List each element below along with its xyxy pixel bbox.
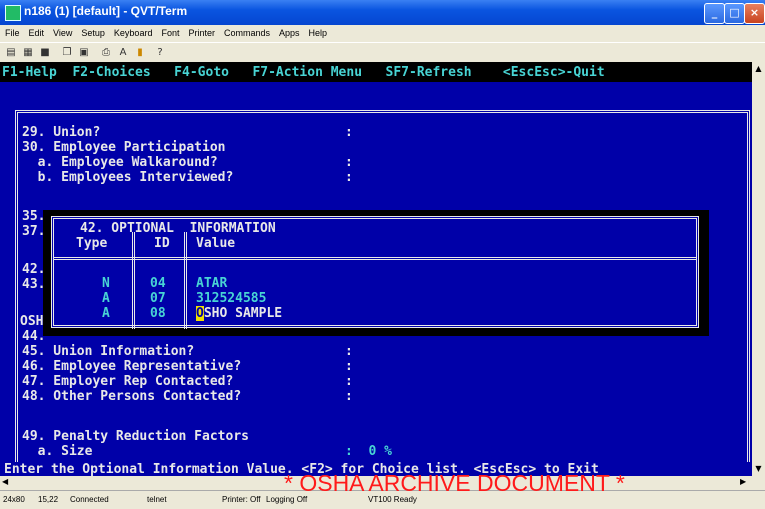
scroll-down-icon[interactable]: ▼ bbox=[753, 464, 764, 475]
line-37: 37. bbox=[22, 224, 46, 239]
line-49a-value[interactable]: : 0 % bbox=[345, 444, 392, 459]
menu-bar: File Edit View Setup Keyboard Font Printer Comm… bbox=[0, 25, 765, 42]
help-icon[interactable]: ? bbox=[153, 46, 167, 59]
close-button[interactable]: × bbox=[744, 3, 765, 24]
row-1-type[interactable]: N bbox=[102, 276, 110, 291]
function-key-text: F1-Help F2-Choices F4-Goto F7-Action Men… bbox=[2, 65, 605, 80]
menu-file[interactable]: File bbox=[0, 25, 24, 38]
scroll-right-icon[interactable]: ▶ bbox=[740, 477, 746, 486]
open-icon[interactable]: ▦ bbox=[21, 46, 35, 59]
row-1-value[interactable]: ATAR bbox=[196, 276, 227, 291]
title-bar[interactable]: n186 (1) [default] - QVT/Term _ □ × bbox=[0, 0, 765, 25]
scroll-left-icon[interactable]: ◀ bbox=[2, 477, 8, 486]
line-45-colon: : bbox=[345, 344, 353, 359]
column-divider-1 bbox=[132, 232, 138, 329]
menu-setup[interactable]: Setup bbox=[76, 25, 109, 38]
line-45: 45. Union Information? bbox=[22, 344, 195, 359]
row-3-value: SHO SAMPLE bbox=[203, 306, 283, 321]
optional-information-panel: 42. OPTIONAL INFORMATION Type ID Value N… bbox=[51, 216, 699, 329]
line-47: 47. Employer Rep Contacted? bbox=[22, 374, 234, 389]
line-35: 35. bbox=[22, 209, 46, 224]
line-47-colon: : bbox=[345, 374, 353, 389]
column-divider-2 bbox=[184, 232, 190, 329]
optional-information-popup: 42. OPTIONAL INFORMATION Type ID Value N… bbox=[43, 210, 709, 336]
text-cursor: O bbox=[196, 306, 204, 321]
column-type-header: Type bbox=[76, 236, 108, 251]
terminal-screen[interactable]: F1-Help F2-Choices F4-Goto F7-Action Men… bbox=[0, 62, 752, 464]
line-42: 42. bbox=[22, 262, 46, 277]
header-divider bbox=[54, 257, 696, 263]
row-3-id[interactable]: 08 bbox=[150, 306, 166, 321]
menu-help[interactable]: Help bbox=[304, 25, 332, 38]
line-30: 30. Employee Participation bbox=[22, 140, 226, 155]
row-3-value-field[interactable]: OSHO SAMPLE bbox=[196, 306, 282, 321]
archive-watermark: * OSHA ARCHIVE DOCUMENT * bbox=[284, 470, 625, 496]
menu-apps[interactable]: Apps bbox=[274, 25, 304, 38]
vertical-scrollbar[interactable]: ▲ ▼ bbox=[752, 62, 765, 476]
line-30a: a. Employee Walkaround? bbox=[22, 155, 218, 170]
protocol: telnet bbox=[147, 495, 167, 504]
line-30b: b. Employees Interviewed? bbox=[22, 170, 234, 185]
line-43: 43. bbox=[22, 277, 46, 292]
popup-title: 42. OPTIONAL INFORMATION bbox=[80, 221, 276, 236]
toolbar: ▤ ▦ ■ ❐ ▣ ⎙ A ▮ ? bbox=[0, 42, 765, 63]
menu-printer[interactable]: Printer bbox=[183, 25, 219, 38]
line-46: 46. Employee Representative? bbox=[22, 359, 242, 374]
font-icon[interactable]: A bbox=[116, 46, 130, 59]
row-2-value[interactable]: 312524585 bbox=[196, 291, 266, 306]
window-title: n186 (1) [default] - QVT/Term bbox=[24, 4, 188, 18]
line-29-colon: : bbox=[345, 125, 353, 140]
menu-keyboard[interactable]: Keyboard bbox=[109, 25, 157, 38]
cursor-position: 15,22 bbox=[38, 495, 59, 504]
menu-view[interactable]: View bbox=[48, 25, 76, 38]
terminal-size: 24x80 bbox=[3, 495, 25, 504]
scroll-up-icon[interactable]: ▲ bbox=[753, 64, 764, 75]
maximize-button[interactable]: □ bbox=[724, 3, 745, 24]
column-value-header: Value bbox=[196, 236, 236, 251]
printer-status: Printer: Off bbox=[222, 495, 261, 504]
copy-icon[interactable]: ❐ bbox=[60, 46, 74, 59]
line-48: 48. Other Persons Contacted? bbox=[22, 389, 242, 404]
line-49a: a. Size bbox=[22, 444, 93, 459]
connection-status: Connected bbox=[70, 495, 109, 504]
line-44: 44. bbox=[22, 329, 46, 344]
line-48-colon: : bbox=[345, 389, 353, 404]
save-icon[interactable]: ■ bbox=[38, 46, 52, 59]
qvt-term-window: n186 (1) [default] - QVT/Term _ □ × File… bbox=[0, 0, 765, 509]
app-icon[interactable] bbox=[5, 5, 21, 21]
paste-icon[interactable]: ▣ bbox=[77, 46, 91, 59]
color-icon[interactable]: ▮ bbox=[133, 46, 147, 59]
line-30b-colon: : bbox=[345, 170, 353, 185]
menu-edit[interactable]: Edit bbox=[24, 25, 49, 38]
column-id-header: ID bbox=[154, 236, 170, 251]
function-key-bar: F1-Help F2-Choices F4-Goto F7-Action Men… bbox=[0, 62, 752, 82]
print-icon[interactable]: ⎙ bbox=[99, 46, 113, 59]
minimize-button[interactable]: _ bbox=[704, 3, 725, 24]
line-46-colon: : bbox=[345, 359, 353, 374]
menu-font[interactable]: Font bbox=[156, 25, 183, 38]
menu-commands[interactable]: Commands bbox=[219, 25, 274, 38]
row-2-type[interactable]: A bbox=[102, 291, 110, 306]
line-30a-colon: : bbox=[345, 155, 353, 170]
new-icon[interactable]: ▤ bbox=[4, 46, 18, 59]
row-2-id[interactable]: 07 bbox=[150, 291, 166, 306]
line-49: 49. Penalty Reduction Factors bbox=[22, 429, 249, 444]
row-1-id[interactable]: 04 bbox=[150, 276, 166, 291]
line-29: 29. Union? bbox=[22, 125, 101, 140]
row-3-type[interactable]: A bbox=[102, 306, 110, 321]
